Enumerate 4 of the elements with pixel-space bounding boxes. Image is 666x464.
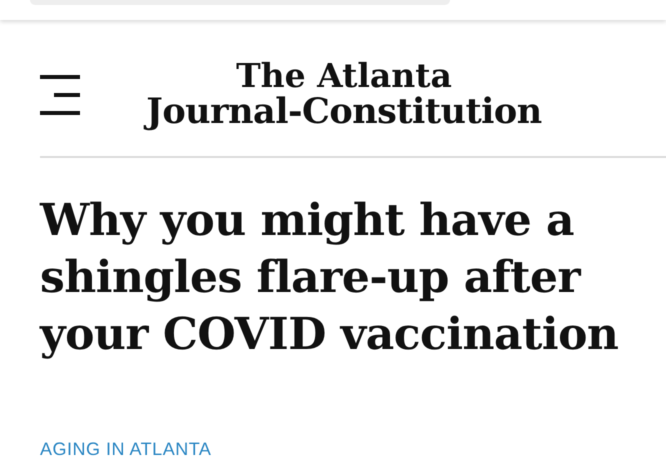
article-headline: Why you might have a shingles flare-up after your COVID vaccination — [40, 194, 620, 362]
site-logo[interactable]: The Atlanta Journal-Constitution — [82, 59, 606, 131]
category-link[interactable]: AGING IN ATLANTA — [40, 439, 666, 460]
menu-icon[interactable] — [40, 74, 82, 116]
